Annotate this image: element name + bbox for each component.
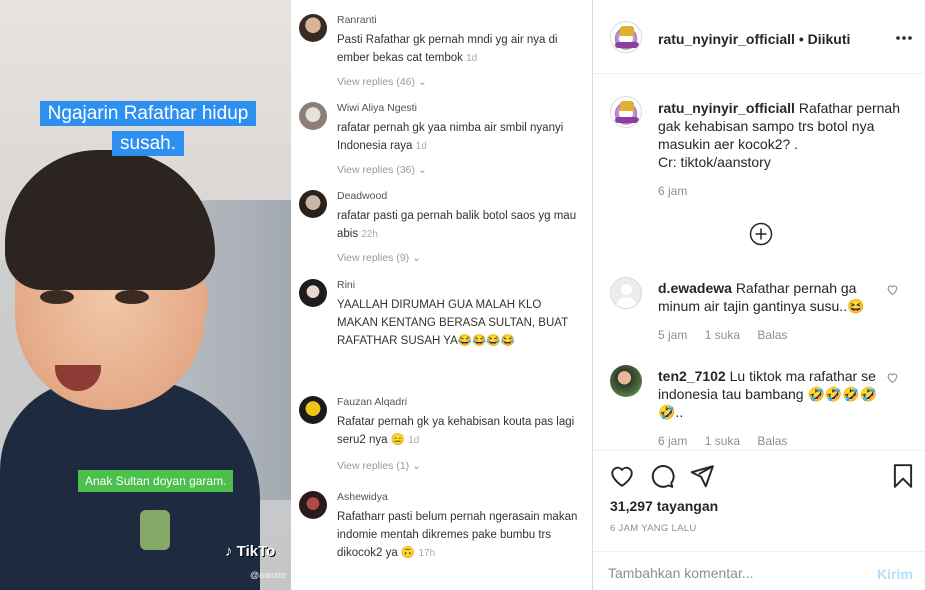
like-comment-heart-icon[interactable]: [886, 283, 899, 296]
screenshot-avatar: [299, 396, 327, 424]
screenshot-comment-text: rafatar pernah gk yaa nimba air smbil ny…: [337, 119, 592, 156]
post-age: 6 JAM YANG LALU: [610, 523, 697, 534]
chevron-down-icon: ⌄: [417, 76, 427, 88]
commenter-avatar[interactable]: [610, 277, 642, 309]
comment-text: d.ewadewa Rafathar pernah ga minum air t…: [658, 279, 883, 315]
screenshot-comment-time: 1d: [408, 435, 420, 446]
screenshot-comment-time: 17h: [418, 548, 436, 559]
screenshot-comment-text: Rafatar pernah gk ya kehabisan kouta pas…: [337, 413, 582, 450]
comment-reply-button[interactable]: Balas: [757, 328, 787, 342]
video-kid-eye-left: [40, 290, 74, 304]
like-comment-heart-icon[interactable]: [886, 371, 899, 384]
screenshot-comment-text: Pasti Rafathar gk pernah mndi yg air nya…: [337, 31, 592, 68]
comment-text: ten2_7102 Lu tiktok ma rafathar se indon…: [658, 367, 883, 421]
screenshot-view-replies: View replies (9) ⌄: [337, 252, 421, 264]
load-more-comments-icon[interactable]: [749, 222, 773, 246]
screenshot-comment-body: rafatar pernah gk yaa nimba air smbil ny…: [337, 122, 564, 152]
like-heart-icon[interactable]: [609, 463, 635, 489]
screenshot-comment-name: Deadwood: [337, 190, 388, 202]
post-comment-button[interactable]: Kirim: [877, 566, 913, 582]
post-actions: 31,297 tayangan 6 JAM YANG LALU Kirim: [594, 450, 925, 590]
avatar-ribbon: [615, 42, 639, 48]
screenshot-view-replies: View replies (1) ⌄: [337, 460, 421, 472]
caption-credit: Cr: tiktok/aanstory: [658, 154, 771, 170]
post-media[interactable]: Ngajarin Rafathar hidup susah. Anak Sult…: [0, 0, 593, 590]
screenshot-comment-body: Pasti Rafathar gk pernah mndi yg air nya…: [337, 34, 558, 64]
screenshot-comment-body: Rafatar pernah gk ya kehabisan kouta pas…: [337, 416, 575, 446]
comment-bubble-icon[interactable]: [649, 463, 675, 489]
comment-likes[interactable]: 1 suka: [705, 434, 740, 448]
screenshot-view-replies: View replies (36) ⌄: [337, 164, 427, 176]
tiktok-note-icon: ♪: [225, 543, 237, 560]
caption-time: 6 jam: [658, 184, 688, 198]
video-shirt-print: [140, 510, 170, 550]
avatar-crest: [620, 101, 634, 111]
share-paper-plane-icon[interactable]: [689, 463, 715, 489]
tiktok-watermark: ♪ TikTo: [225, 543, 275, 560]
comment-meta: 5 jam 1 suka Balas: [658, 328, 801, 342]
author-avatar[interactable]: [610, 21, 642, 53]
screenshot-comment-time: 1d: [415, 141, 427, 152]
caption-author-avatar[interactable]: [610, 96, 642, 128]
post-header: ratu_nyinyir_officiall • Diikuti: [594, 0, 925, 74]
screenshot-comment-text: Rafatharr pasti belum pernah ngerasain m…: [337, 508, 582, 563]
caption-text: ratu_nyinyir_officiall Rafathar pernah g…: [658, 99, 908, 171]
video-overlay-caption: Ngajarin Rafathar hidup susah.: [23, 99, 273, 159]
video-frame[interactable]: Ngajarin Rafathar hidup susah. Anak Sult…: [0, 0, 291, 590]
header-line: ratu_nyinyir_officiall • Diikuti: [658, 31, 850, 47]
author-username[interactable]: ratu_nyinyir_officiall: [658, 31, 795, 47]
chevron-down-icon: ⌄: [417, 164, 427, 176]
screenshot-comment-text: rafatar pasti ga pernah balik botol saos…: [337, 207, 592, 244]
avatar-crest: [620, 26, 634, 36]
commenter-avatar[interactable]: [610, 365, 642, 397]
more-horizontal-icon[interactable]: [894, 28, 914, 48]
comment-reply-button[interactable]: Balas: [757, 434, 787, 448]
commenter-username[interactable]: d.ewadewa: [658, 280, 732, 296]
add-comment-input[interactable]: [608, 562, 858, 584]
comment-meta: 6 jam 1 suka Balas: [658, 434, 801, 448]
video-overlay-caption-text: Ngajarin Rafathar hidup susah.: [39, 101, 257, 156]
tiktok-comments-screenshot: Ranranti Pasti Rafathar gk pernah mndi y…: [291, 0, 592, 590]
screenshot-avatar: [299, 491, 327, 519]
screenshot-view-replies-text: View replies (46): [337, 76, 416, 88]
screenshot-comment-name: Rini: [337, 279, 356, 291]
add-comment-bar: Kirim: [594, 551, 925, 590]
comment-time: 5 jam: [658, 328, 688, 342]
video-green-caption: Anak Sultan doyan garam.: [78, 470, 234, 492]
chevron-down-icon: ⌄: [412, 460, 421, 472]
screenshot-avatar: [299, 102, 327, 130]
tiktok-handle: @aansto: [250, 570, 287, 580]
screenshot-avatar: [299, 14, 327, 42]
screenshot-comment-name: Ashewidya: [337, 491, 388, 503]
screenshot-view-replies: View replies (46) ⌄: [337, 76, 427, 88]
screenshot-view-replies-text: View replies (36): [337, 164, 416, 176]
screenshot-comment-name: Ranranti: [337, 14, 377, 26]
screenshot-comment-text: YAALLAH DIRUMAH GUA MALAH KLO MAKAN KENT…: [337, 296, 582, 350]
screenshot-avatar: [299, 190, 327, 218]
screenshot-comment-time: 1d: [466, 53, 478, 64]
screenshot-comment-name: Fauzan Alqadri: [337, 396, 408, 408]
screenshot-comment-body: Rafatharr pasti belum pernah ngerasain m…: [337, 511, 578, 559]
comment-time: 6 jam: [658, 434, 688, 448]
save-bookmark-icon[interactable]: [890, 463, 916, 489]
screenshot-comment-time: 22h: [361, 229, 378, 240]
screenshot-comment-name: Wiwi Aliya Ngesti: [337, 102, 417, 114]
comment-likes[interactable]: 1 suka: [705, 328, 740, 342]
caption-username[interactable]: ratu_nyinyir_officiall: [658, 100, 795, 116]
screenshot-avatar: [299, 279, 327, 307]
header-separator: •: [798, 31, 804, 47]
avatar-ribbon: [615, 117, 639, 123]
screenshot-comment-body: YAALLAH DIRUMAH GUA MALAH KLO MAKAN KENT…: [337, 299, 568, 347]
tiktok-watermark-text: TikTo: [236, 543, 276, 560]
screenshot-view-replies-text: View replies (9): [337, 252, 410, 264]
follow-status-button[interactable]: Diikuti: [808, 31, 851, 47]
screenshot-view-replies-text: View replies (1): [337, 460, 410, 472]
view-count[interactable]: 31,297 tayangan: [610, 498, 718, 514]
video-kid-eye-right: [115, 290, 149, 304]
chevron-down-icon: ⌄: [412, 252, 421, 264]
post-panel: ratu_nyinyir_officiall • Diikuti ratu_ny…: [594, 0, 925, 590]
commenter-username[interactable]: ten2_7102: [658, 368, 726, 384]
